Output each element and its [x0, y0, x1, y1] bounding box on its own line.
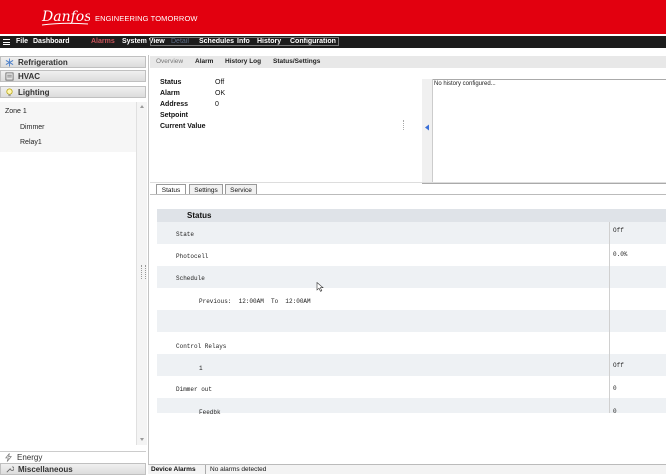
status-value: Off	[215, 79, 225, 86]
table-row: Feedbk 0	[157, 398, 666, 416]
status-table-title: Status	[187, 211, 212, 220]
subtab-overview[interactable]: Overview	[156, 58, 183, 65]
menu-group-outline	[150, 37, 339, 46]
scroll-down-icon[interactable]	[139, 437, 145, 442]
sidebar-category-refrigeration[interactable]: Refrigeration	[0, 56, 146, 68]
subtab-status-settings[interactable]: Status/Settings	[273, 58, 320, 65]
sidebar-category-lighting[interactable]: Lighting	[0, 86, 146, 98]
history-collapse-strip[interactable]	[422, 79, 433, 182]
lightbulb-icon	[6, 88, 13, 97]
lightning-icon	[5, 453, 12, 462]
table-row: State Off	[157, 222, 666, 244]
danfoss-logo: Danfoss	[41, 9, 90, 26]
sidebar-category-label: HVAC	[18, 72, 41, 81]
sidebar-category-label: Lighting	[18, 88, 50, 97]
app-header: Danfoss ENGINEERING TOMORROW	[0, 0, 666, 34]
svg-text:Danfoss: Danfoss	[41, 9, 90, 25]
hamburger-menu-icon[interactable]	[3, 39, 10, 45]
table-row: Control Relays	[157, 332, 666, 354]
menu-dashboard[interactable]: Dashboard	[33, 36, 70, 48]
table-row: Previous: 12:00AM To 12:00AM	[157, 288, 666, 310]
subtab-history-log[interactable]: History Log	[225, 58, 261, 65]
row-value: 0	[613, 408, 617, 415]
row-label: 1	[199, 365, 203, 372]
hvac-icon	[5, 72, 14, 81]
sidebar-category-hvac[interactable]: HVAC	[0, 70, 146, 82]
table-row: 1 Off	[157, 354, 666, 376]
status-label: Status	[160, 79, 182, 86]
row-label: Dimmer out	[176, 386, 213, 393]
divider	[150, 182, 666, 183]
panel-splitter[interactable]	[141, 265, 146, 279]
subtab-alarm[interactable]: Alarm	[195, 58, 213, 65]
row-label: Photocell	[176, 253, 209, 260]
address-label: Address	[160, 101, 189, 108]
header-tagline: ENGINEERING TOMORROW	[95, 14, 198, 23]
address-value: 0	[215, 101, 219, 108]
row-label: Schedule	[176, 275, 205, 282]
history-panel	[422, 79, 666, 184]
column-divider	[609, 222, 610, 413]
sidebar-category-energy[interactable]: Energy	[0, 451, 146, 463]
collapse-left-icon[interactable]	[424, 124, 430, 131]
resize-grip[interactable]	[403, 120, 407, 130]
setpoint-label: Setpoint	[160, 112, 188, 119]
tabs-baseline	[150, 194, 666, 195]
current-value-label: Current Value	[160, 123, 206, 130]
menu-alarms[interactable]: Alarms	[91, 36, 115, 48]
table-row	[157, 310, 666, 332]
sidebar-category-miscellaneous[interactable]: Miscellaneous	[0, 463, 146, 475]
row-label: Feedbk	[199, 409, 221, 416]
alarm-label: Alarm	[160, 90, 180, 97]
row-value: 0	[613, 385, 617, 392]
alarm-value: OK	[215, 90, 226, 97]
row-value: Off	[613, 362, 624, 369]
menu-file[interactable]: File	[16, 36, 28, 48]
sidebar-category-label: Refrigeration	[18, 58, 68, 67]
mouse-cursor-icon	[316, 282, 324, 292]
row-label: Control Relays	[176, 343, 227, 350]
scroll-up-icon[interactable]	[139, 104, 145, 109]
zone-header[interactable]: Zone 1	[5, 108, 141, 115]
row-value: Off	[613, 227, 624, 234]
status-table-header	[157, 209, 666, 222]
history-message: No history configured...	[434, 81, 496, 87]
table-row: Schedule	[157, 266, 666, 288]
detail-subtabs: Overview Alarm History Log Status/Settin…	[150, 56, 666, 68]
sidebar-category-label: Energy	[17, 453, 43, 462]
row-value: 0.0%	[613, 251, 628, 258]
row-label: State	[176, 231, 195, 238]
table-row: Photocell 0.0%	[157, 244, 666, 266]
row-label: Previous: 12:00AM To 12:00AM	[199, 298, 311, 305]
snowflake-icon	[5, 58, 14, 67]
table-row: Dimmer out 0	[157, 376, 666, 398]
